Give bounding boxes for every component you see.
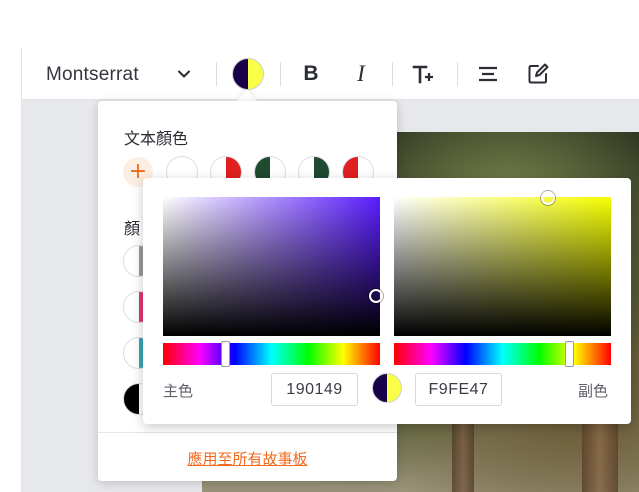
align-center-icon[interactable] (476, 62, 500, 86)
toolbar-divider (457, 62, 458, 86)
color-picker-popup: 主色 190149 F9FE47 副色 (143, 178, 631, 424)
text-size-icon[interactable] (411, 62, 435, 86)
toolbar-divider (216, 62, 217, 86)
toolbar-divider (392, 62, 393, 86)
secondary-hue-slider[interactable] (394, 341, 611, 367)
panel-title: 文本顏色 (124, 129, 189, 148)
edit-icon[interactable] (526, 62, 550, 86)
text-toolbar: Montserrat B I (22, 48, 639, 100)
font-family-value: Montserrat (46, 64, 139, 85)
italic-glyph: I (357, 61, 365, 86)
primary-hex-input[interactable]: 190149 (271, 373, 358, 406)
secondary-hue-handle[interactable] (565, 341, 574, 367)
secondary-hex-input[interactable]: F9FE47 (415, 373, 502, 406)
secondary-color-label: 副色 (578, 382, 609, 400)
apply-to-all-boards-link[interactable]: 應用至所有故事板 (98, 448, 397, 469)
primary-hue-slider[interactable] (163, 341, 380, 367)
toolbar-divider (280, 62, 281, 86)
font-family-select[interactable]: Montserrat (46, 61, 139, 89)
palette-section-title: 顏 (124, 219, 141, 238)
secondary-saturation-value-area[interactable] (394, 191, 611, 336)
text-color-button[interactable] (232, 58, 264, 90)
bold-icon[interactable]: B (299, 62, 323, 86)
primary-hue-handle[interactable] (221, 341, 230, 367)
chevron-down-icon[interactable] (176, 66, 192, 82)
primary-saturation-value-area[interactable] (163, 197, 383, 336)
secondary-sv-handle[interactable] (541, 191, 555, 205)
panel-divider (98, 432, 397, 433)
primary-sv-handle[interactable] (369, 289, 383, 303)
italic-icon[interactable]: I (349, 61, 373, 86)
color-preview-swatch (372, 373, 402, 403)
primary-color-label: 主色 (163, 382, 194, 400)
left-sidebar-edge (0, 48, 22, 492)
bold-glyph: B (303, 62, 319, 85)
